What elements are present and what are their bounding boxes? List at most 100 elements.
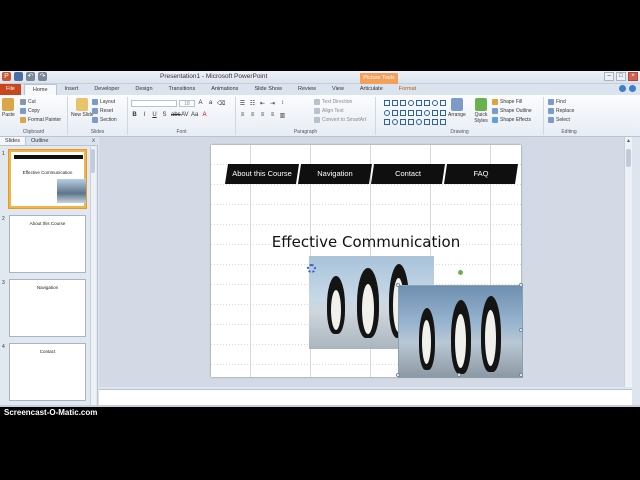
align-left-icon[interactable]: ≡ xyxy=(239,112,246,119)
new-slide-button[interactable]: New Slide xyxy=(71,98,94,118)
slide-thumbnail-3[interactable]: Navigation xyxy=(9,279,86,337)
rectangle-shape-icon[interactable] xyxy=(400,109,406,116)
ribbon-minimize-icon[interactable] xyxy=(619,85,626,92)
increase-indent-icon[interactable]: ⇥ xyxy=(269,100,276,107)
slide-thumbnail-1[interactable]: Effective Communication xyxy=(8,149,87,209)
font-name-select[interactable] xyxy=(131,100,177,107)
oval-shape-icon[interactable] xyxy=(392,119,398,126)
rectangle-shape-icon[interactable] xyxy=(440,109,446,116)
bullets-icon[interactable]: ☰ xyxy=(239,100,246,107)
italic-icon[interactable]: I xyxy=(141,112,148,118)
columns-icon[interactable]: ▥ xyxy=(279,112,286,119)
justify-icon[interactable]: ≡ xyxy=(269,112,276,119)
text-direction-button[interactable]: Text Direction xyxy=(314,99,352,105)
redo-icon[interactable]: ↷ xyxy=(38,72,47,81)
resize-handle[interactable] xyxy=(457,373,461,377)
minimize-button[interactable]: – xyxy=(604,72,614,81)
shape-fill-button[interactable]: Shape Fill xyxy=(492,99,522,105)
panel-scrollbar[interactable] xyxy=(90,147,96,407)
tab-outline[interactable]: Outline xyxy=(26,137,53,145)
font-size-select[interactable]: 18 xyxy=(179,100,195,107)
select-button[interactable]: Select xyxy=(548,117,570,123)
scroll-up-icon[interactable]: ▲ xyxy=(626,138,631,144)
rectangle-shape-icon[interactable] xyxy=(440,100,446,106)
rectangle-shape-icon[interactable] xyxy=(424,119,430,126)
rectangle-shape-icon[interactable] xyxy=(440,119,446,126)
decrease-indent-icon[interactable]: ⇤ xyxy=(259,100,266,107)
shape-outline-button[interactable]: Shape Outline xyxy=(492,108,532,114)
tab-home[interactable]: Home xyxy=(23,84,57,95)
rectangle-shape-icon[interactable] xyxy=(408,119,414,126)
tab-file[interactable]: File xyxy=(0,84,21,95)
editor-scrollbar-thumb[interactable] xyxy=(626,149,631,167)
tab-slides[interactable]: Slides xyxy=(0,137,26,145)
rectangle-shape-icon[interactable] xyxy=(416,100,422,106)
quick-styles-button[interactable]: Quick Styles xyxy=(472,98,490,124)
font-color-icon[interactable]: A xyxy=(201,112,208,118)
nav-contact[interactable]: Contact xyxy=(371,164,445,184)
resize-handle[interactable] xyxy=(396,373,400,377)
powerpoint-logo-icon[interactable]: P xyxy=(2,72,11,81)
bold-icon[interactable]: B xyxy=(131,112,138,118)
format-painter-button[interactable]: Format Painter xyxy=(20,117,61,123)
tab-insert[interactable]: Insert xyxy=(57,84,87,95)
paste-button[interactable]: Paste xyxy=(2,98,15,118)
convert-smartart-button[interactable]: Convert to SmartArt xyxy=(314,117,366,123)
change-case-icon[interactable]: Aa xyxy=(191,112,198,118)
slide-thumbnail-4[interactable]: Contact xyxy=(9,343,86,401)
shape-effects-button[interactable]: Shape Effects xyxy=(492,117,531,123)
reset-button[interactable]: Reset xyxy=(92,108,113,114)
shrink-font-icon[interactable]: a xyxy=(207,100,214,107)
resize-handle[interactable] xyxy=(519,283,523,287)
tab-transitions[interactable]: Transitions xyxy=(161,84,204,95)
oval-shape-icon[interactable] xyxy=(424,109,430,116)
maximize-button[interactable]: □ xyxy=(616,72,626,81)
layout-button[interactable]: Layout xyxy=(92,99,115,105)
tab-animations[interactable]: Animations xyxy=(203,84,246,95)
nav-navigation[interactable]: Navigation xyxy=(298,164,372,184)
cut-button[interactable]: Cut xyxy=(20,99,36,105)
rectangle-shape-icon[interactable] xyxy=(392,100,398,106)
replace-button[interactable]: Replace xyxy=(548,108,574,114)
oval-shape-icon[interactable] xyxy=(408,100,414,106)
rectangle-shape-icon[interactable] xyxy=(424,100,430,106)
align-center-icon[interactable]: ≡ xyxy=(249,112,256,119)
panel-close-icon[interactable]: x xyxy=(92,138,95,144)
oval-shape-icon[interactable] xyxy=(416,119,422,126)
rectangle-shape-icon[interactable] xyxy=(384,100,390,106)
nav-faq[interactable]: FAQ xyxy=(444,164,518,184)
tab-format[interactable]: Format xyxy=(391,84,424,95)
tab-articulate[interactable]: Articulate xyxy=(352,84,391,95)
clear-format-icon[interactable]: ⌫ xyxy=(217,100,225,107)
tab-slide-show[interactable]: Slide Show xyxy=(246,84,290,95)
slide-canvas[interactable]: About this Course Navigation Contact FAQ… xyxy=(211,145,523,378)
rectangle-shape-icon[interactable] xyxy=(400,100,406,106)
slide-title[interactable]: Effective Communication xyxy=(211,233,521,251)
section-button[interactable]: Section xyxy=(92,117,117,123)
rectangle-shape-icon[interactable] xyxy=(384,119,390,126)
underline-icon[interactable]: U xyxy=(151,112,158,118)
rectangle-shape-icon[interactable] xyxy=(432,109,438,116)
tab-view[interactable]: View xyxy=(324,84,352,95)
editor-scrollbar[interactable]: ▲ xyxy=(624,137,632,387)
align-text-button[interactable]: Align Text xyxy=(314,108,344,114)
resize-handle[interactable] xyxy=(519,328,523,332)
panel-scrollbar-thumb[interactable] xyxy=(91,149,95,173)
nav-about-course[interactable]: About this Course xyxy=(225,164,299,184)
help-icon[interactable] xyxy=(629,85,636,92)
resize-handle[interactable] xyxy=(396,283,400,287)
tab-review[interactable]: Review xyxy=(290,84,324,95)
rectangle-shape-icon[interactable] xyxy=(392,109,398,116)
rectangle-shape-icon[interactable] xyxy=(432,119,438,126)
undo-icon[interactable]: ↶ xyxy=(26,72,35,81)
shapes-gallery[interactable] xyxy=(384,100,446,128)
arrange-button[interactable]: Arrange xyxy=(448,98,466,118)
strikethrough-icon[interactable]: abc xyxy=(171,112,181,118)
rectangle-shape-icon[interactable] xyxy=(416,109,422,116)
line-spacing-icon[interactable]: ↕ xyxy=(279,100,286,107)
align-right-icon[interactable]: ≡ xyxy=(259,112,266,119)
find-button[interactable]: Find xyxy=(548,99,566,105)
char-spacing-icon[interactable]: AV xyxy=(181,112,189,118)
rotation-handle[interactable] xyxy=(458,270,463,275)
rectangle-shape-icon[interactable] xyxy=(400,119,406,126)
